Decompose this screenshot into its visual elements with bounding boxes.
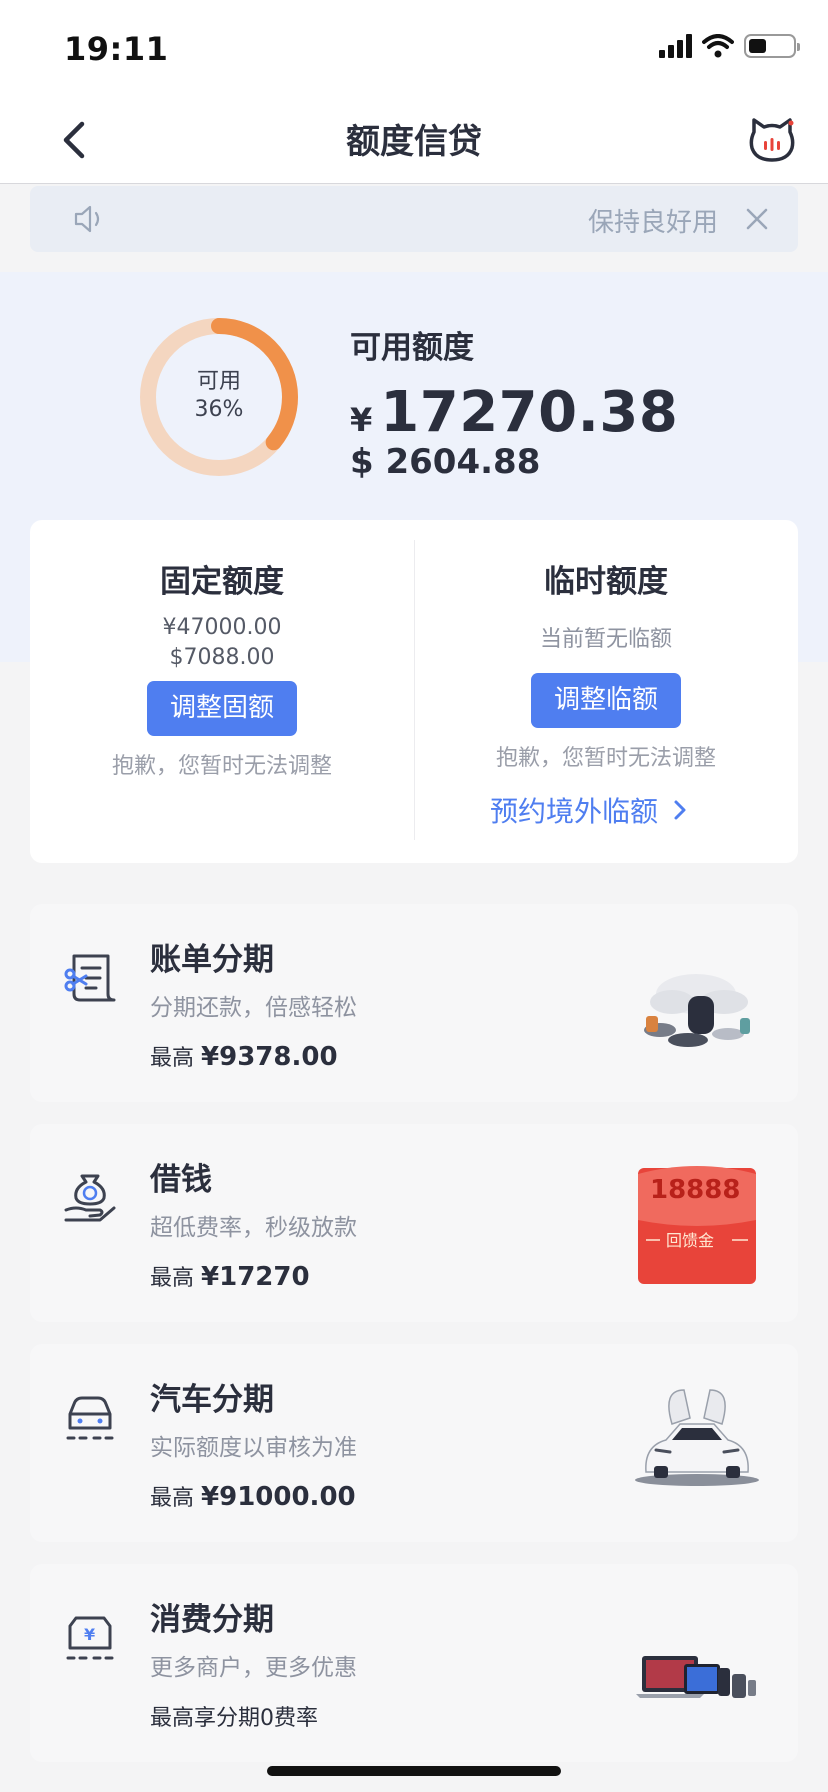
product-max: 最高 ¥17270 xyxy=(150,1260,310,1292)
product-max-prefix: 最高 xyxy=(150,1486,195,1511)
battery-icon xyxy=(744,34,800,58)
chevron-right-icon xyxy=(674,800,686,820)
household-goods-image xyxy=(644,974,750,1047)
product-max-prefix: 最高 xyxy=(150,1266,195,1291)
fixed-quota-column: 固定额度 ¥47000.00 $7088.00 调整固额 抱歉，您暂时无法调整 xyxy=(30,520,414,780)
available-quota-title: 可用额度 xyxy=(350,330,474,366)
product-title: 账单分期 xyxy=(150,942,274,978)
fixed-quota-note: 抱歉，您暂时无法调整 xyxy=(111,754,332,779)
temp-quota-status: 当前暂无临额 xyxy=(539,627,672,652)
product-max-value: ¥17270 xyxy=(201,1262,310,1292)
white-car-image xyxy=(635,1389,759,1486)
red-envelope-badge-image: 18888 回馈金 xyxy=(638,1166,756,1284)
close-icon[interactable] xyxy=(740,202,774,236)
page-title: 额度信贷 xyxy=(346,122,482,162)
product-max-prefix: 最高享分期0费率 xyxy=(150,1706,318,1731)
donut-label: 可用 36% xyxy=(134,368,304,424)
badge-amount: 18888 xyxy=(650,1175,740,1205)
overseas-link-label: 预约境外临额 xyxy=(490,795,659,828)
product-max: 最高 ¥9378.00 xyxy=(150,1040,338,1072)
product-max-value: ¥9378.00 xyxy=(201,1042,338,1072)
nav-bar: 额度信贷 xyxy=(0,96,828,184)
mascot-cat-icon[interactable] xyxy=(746,114,798,166)
bill-installment-card[interactable]: 账单分期 分期还款，倍感轻松 最高 ¥9378.00 xyxy=(30,904,798,1102)
bill-scissors-icon xyxy=(64,954,116,1002)
money-bag-hand-icon xyxy=(64,1174,116,1222)
status-icons xyxy=(659,34,800,58)
product-max: 最高 ¥91000.00 xyxy=(150,1480,356,1512)
fixed-quota-title: 固定额度 xyxy=(160,564,284,600)
yen-monitor-icon: ¥ xyxy=(66,1616,114,1660)
consumer-installment-card[interactable]: ¥ 消费分期 更多商户，更多优惠 最高享分期0费率 xyxy=(30,1564,798,1762)
badge-label: 回馈金 xyxy=(666,1231,714,1250)
product-max-value: ¥91000.00 xyxy=(201,1482,356,1512)
product-max: 最高享分期0费率 xyxy=(150,1700,318,1732)
donut-percent-text: 36% xyxy=(194,397,244,422)
product-max-prefix: 最高 xyxy=(150,1046,195,1071)
wifi-icon xyxy=(702,34,734,58)
speaker-icon xyxy=(74,205,100,233)
adjust-temp-quota-button[interactable]: 调整临额 xyxy=(531,673,681,728)
status-time: 19:11 xyxy=(64,30,169,68)
electronics-devices-image xyxy=(636,1656,756,1698)
cny-symbol: ¥ xyxy=(350,401,373,439)
adjust-fixed-quota-button[interactable]: 调整固额 xyxy=(147,681,297,736)
product-subtitle: 分期还款，倍感轻松 xyxy=(150,995,357,1021)
svg-text:¥: ¥ xyxy=(84,1625,95,1644)
temp-quota-column: 临时额度 当前暂无临额 调整临额 抱歉，您暂时无法调整 xyxy=(414,520,798,772)
product-title: 消费分期 xyxy=(150,1602,274,1638)
car-icon xyxy=(66,1396,114,1440)
available-cny-amount: 17270.38 xyxy=(380,380,679,445)
notice-banner[interactable]: 保持良好用 xyxy=(30,186,798,252)
temp-quota-title: 临时额度 xyxy=(544,564,668,600)
fixed-quota-usd: $7088.00 xyxy=(169,645,275,670)
product-subtitle: 更多商户，更多优惠 xyxy=(150,1655,357,1681)
status-bar: 19:11 xyxy=(0,0,828,96)
available-cny: ¥ 17270.38 xyxy=(350,380,678,445)
product-subtitle: 实际额度以审核为准 xyxy=(150,1435,357,1461)
fixed-quota-cny: ¥47000.00 xyxy=(162,615,282,640)
product-title: 汽车分期 xyxy=(150,1382,274,1418)
cellular-signal-icon xyxy=(659,34,692,58)
overseas-temp-quota-link[interactable]: 预约境外临额 xyxy=(490,790,688,830)
available-usd-amount: $ 2604.88 xyxy=(350,442,541,482)
donut-label-text: 可用 xyxy=(196,369,241,394)
product-subtitle: 超低费率，秒级放款 xyxy=(150,1215,357,1241)
car-installment-card[interactable]: 汽车分期 实际额度以审核为准 最高 ¥91000.00 xyxy=(30,1344,798,1542)
notice-text: 保持良好用 xyxy=(588,208,719,238)
borrow-money-card[interactable]: 借钱 超低费率，秒级放款 最高 ¥17270 18888 回馈金 xyxy=(30,1124,798,1322)
home-indicator xyxy=(267,1766,561,1776)
product-title: 借钱 xyxy=(150,1162,212,1198)
temp-quota-note: 抱歉，您暂时无法调整 xyxy=(495,746,716,771)
